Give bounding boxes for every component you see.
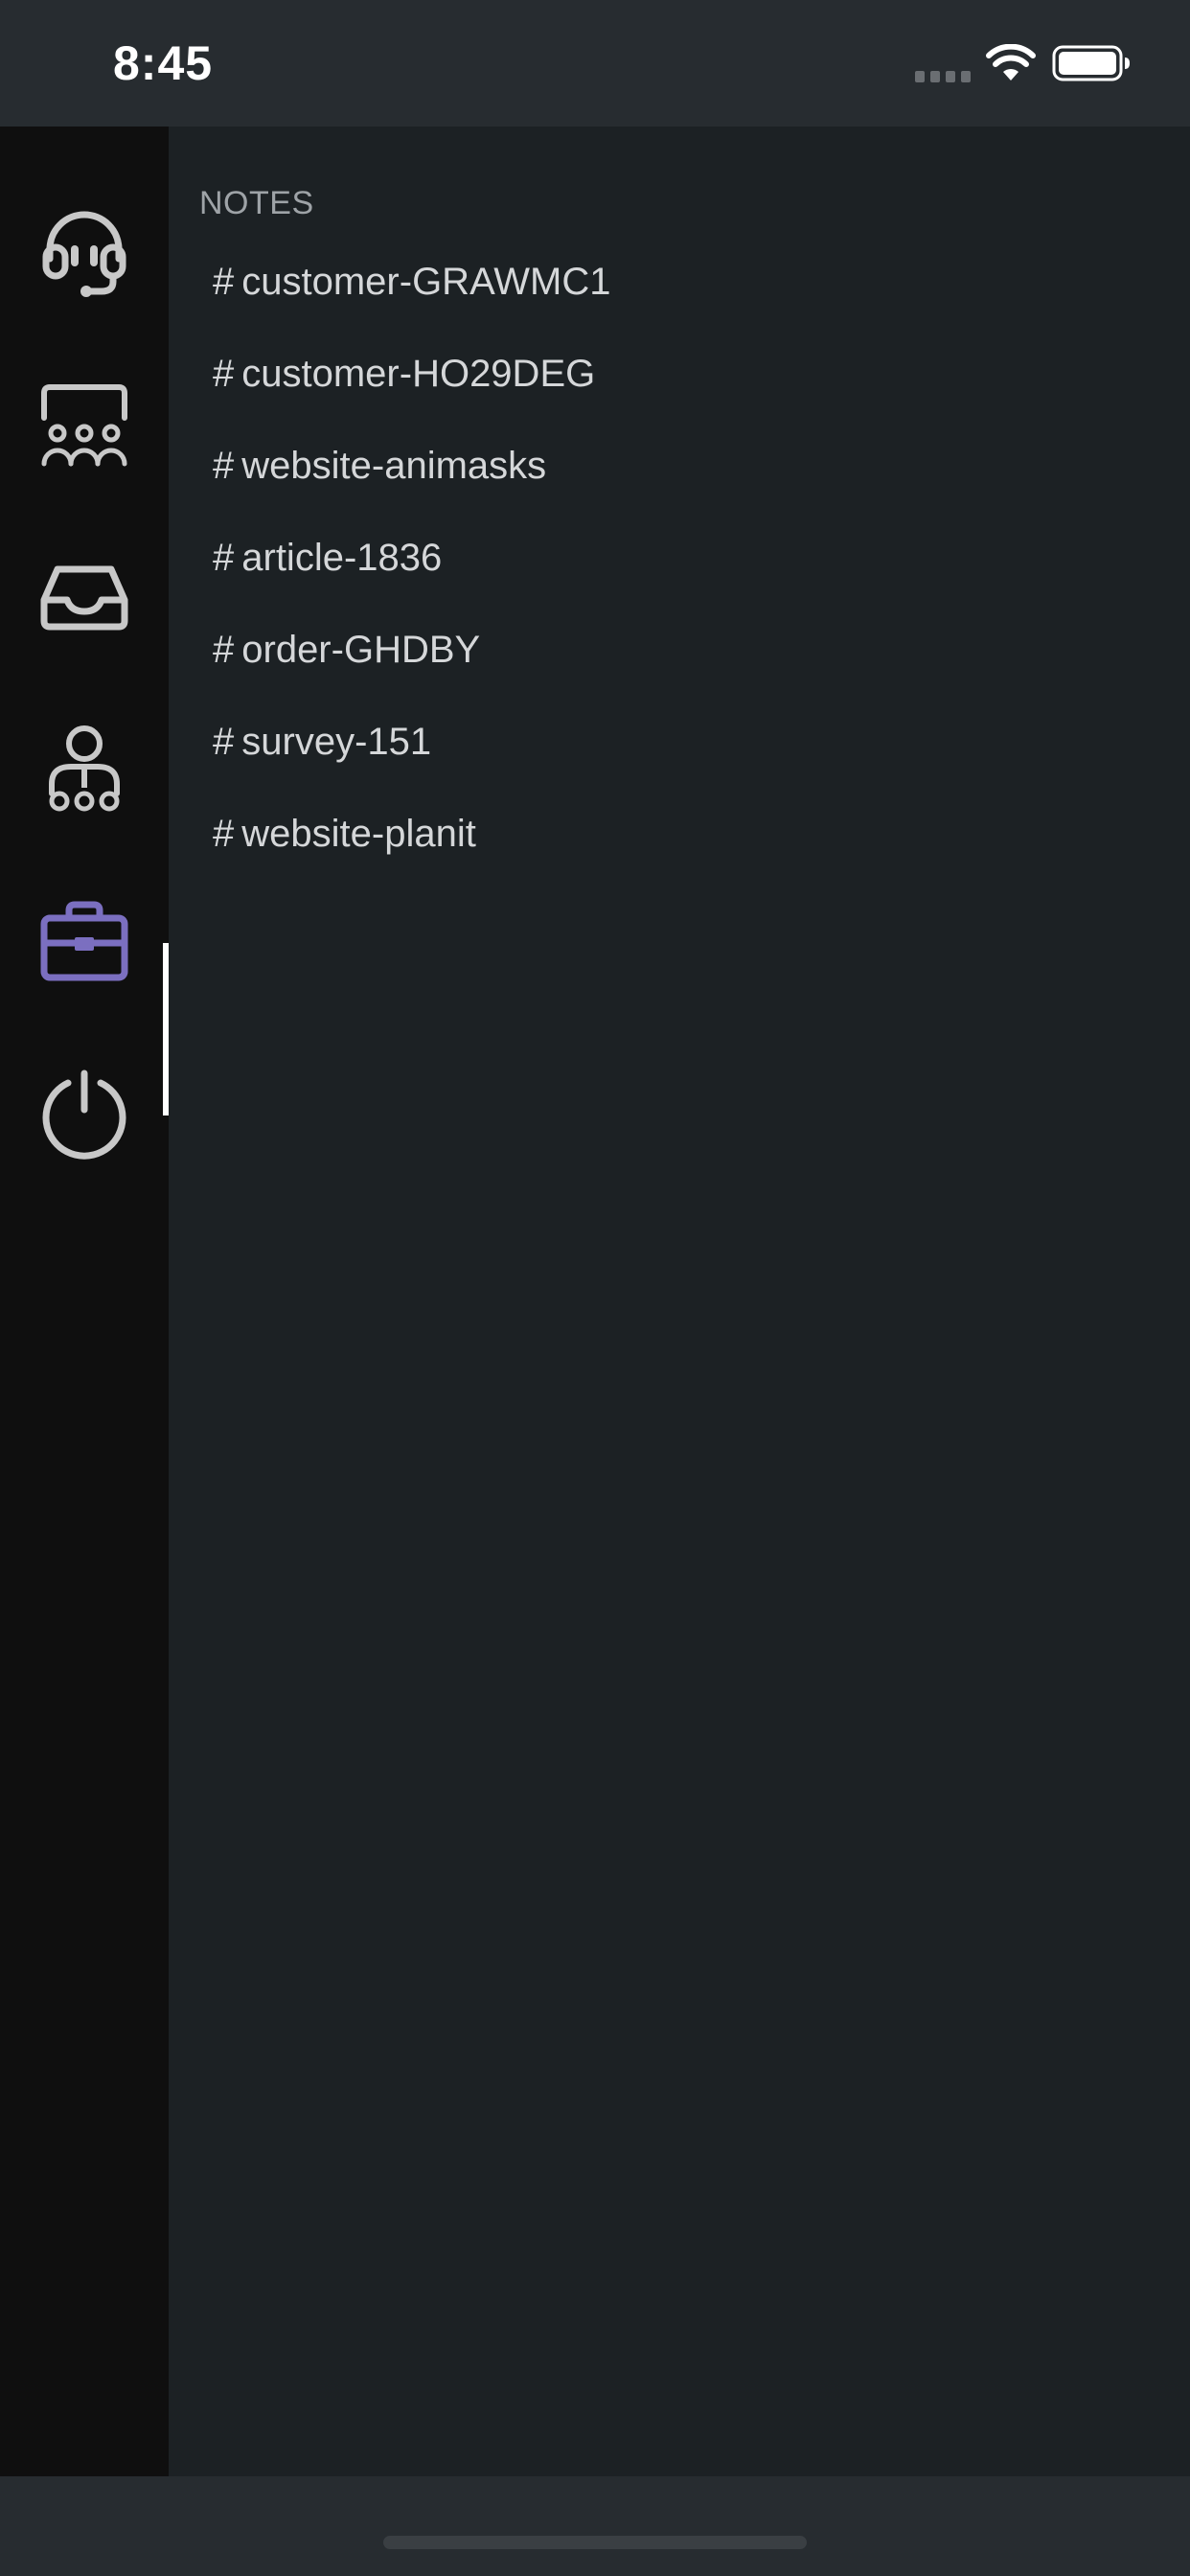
hash-prefix: # [213, 260, 235, 303]
note-item[interactable]: # website-animasks [213, 420, 1171, 512]
wifi-icon [986, 44, 1036, 80]
user-network-icon [49, 725, 120, 812]
note-label: customer-GRAWMC1 [241, 260, 611, 303]
note-label: article-1836 [241, 536, 443, 579]
notes-panel: NOTES # customer-GRAWMC1 # customer-HO29… [169, 126, 1190, 2476]
briefcase-icon [40, 901, 128, 981]
power-icon [42, 1070, 126, 1160]
note-item[interactable]: # website-planit [213, 788, 1171, 880]
note-item[interactable]: # order-GHDBY [213, 604, 1171, 696]
status-bar: 8:45 [0, 0, 1190, 126]
team-icon [41, 384, 127, 467]
status-time: 8:45 [113, 36, 214, 90]
hash-prefix: # [213, 444, 235, 487]
note-label: website-animasks [241, 444, 547, 487]
rail-item-inbox[interactable] [0, 510, 169, 682]
inbox-icon [40, 565, 128, 631]
note-label: order-GHDBY [241, 628, 481, 671]
note-label: website-planit [241, 812, 476, 855]
rail-item-notes[interactable] [0, 855, 169, 1027]
note-label: survey-151 [241, 720, 432, 763]
note-item[interactable]: # customer-GRAWMC1 [213, 236, 1171, 328]
note-item[interactable]: # customer-HO29DEG [213, 328, 1171, 420]
hash-prefix: # [213, 536, 235, 579]
hash-prefix: # [213, 720, 235, 763]
note-item[interactable]: # article-1836 [213, 512, 1171, 604]
rail-item-logout[interactable] [0, 1027, 169, 1200]
sidebar-rail [0, 126, 169, 2476]
notes-heading: NOTES [199, 185, 314, 221]
note-item[interactable]: # survey-151 [213, 696, 1171, 788]
rail-item-support[interactable] [0, 165, 169, 337]
rail-item-contacts[interactable] [0, 682, 169, 855]
home-bar [0, 2476, 1190, 2576]
hash-prefix: # [213, 628, 235, 671]
home-indicator[interactable] [383, 2536, 807, 2549]
headset-icon [42, 211, 126, 297]
hash-prefix: # [213, 812, 235, 855]
hash-prefix: # [213, 352, 235, 395]
note-label: customer-HO29DEG [241, 352, 596, 395]
rail-item-team[interactable] [0, 337, 169, 510]
battery-icon [1052, 45, 1130, 81]
signal-icon [915, 71, 971, 82]
